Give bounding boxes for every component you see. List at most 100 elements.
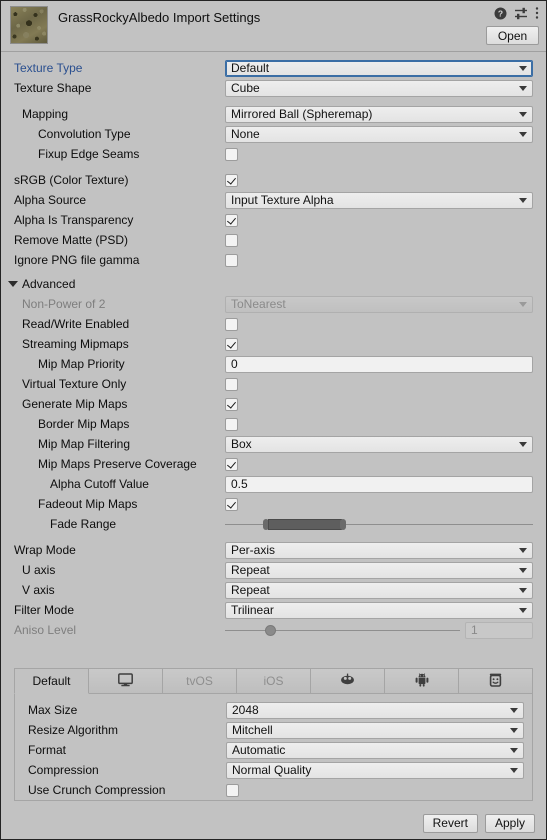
help-icon[interactable]: ? [494,7,507,23]
max-size-label: Max Size [28,703,78,717]
u-axis-value: Repeat [231,563,270,577]
virtual-texture-only-label: Virtual Texture Only [22,377,127,391]
non-power-of-2-dropdown: ToNearest [225,295,533,313]
row-remove-matte: Remove Matte (PSD) [1,230,546,250]
alpha-is-transparency-checkbox[interactable] [225,213,533,227]
u-axis-label: U axis [22,563,56,577]
use-crunch-compression-label: Use Crunch Compression [28,783,166,797]
revert-button[interactable]: Revert [422,813,478,833]
preset-icon[interactable] [514,7,528,23]
row-virtual-texture-only: Virtual Texture Only [1,374,546,394]
fixup-edge-seams-checkbox[interactable] [225,147,533,161]
srgb-checkbox[interactable] [225,173,533,187]
advanced-foldout[interactable]: Advanced [1,274,546,294]
tab-tvos[interactable]: tvOS [163,668,237,694]
non-power-of-2-label: Non-Power of 2 [22,297,106,311]
alpha-cutoff-value-input[interactable]: 0.5 [225,475,533,493]
read-write-enabled-checkbox[interactable] [225,317,533,331]
slider-handle [265,624,277,636]
android-icon [415,672,429,690]
aniso-level-label: Aniso Level [14,623,77,637]
tab-android[interactable] [385,668,459,694]
chevron-down-icon [510,728,518,733]
fade-range-slider[interactable] [225,516,533,533]
tab-tvos-device[interactable] [311,668,385,694]
row-fade-range: Fade Range [1,514,546,534]
filter-mode-label: Filter Mode [14,603,75,617]
compression-dropdown[interactable]: Normal Quality [226,761,524,779]
use-crunch-compression-checkbox[interactable] [226,783,524,797]
tab-default-label: Default [32,674,71,688]
tab-webgl[interactable] [459,668,533,694]
chevron-down-icon [519,588,527,593]
chevron-down-icon [510,768,518,773]
slider-range-bar[interactable] [268,518,343,530]
fadeout-mip-maps-checkbox[interactable] [225,497,533,511]
alpha-source-dropdown[interactable]: Input Texture Alpha [225,191,533,209]
max-size-dropdown[interactable]: 2048 [226,701,524,719]
resize-algorithm-label: Resize Algorithm [28,723,119,737]
v-axis-dropdown[interactable]: Repeat [225,581,533,599]
apply-button[interactable]: Apply [484,813,535,833]
format-dropdown[interactable]: Automatic [226,741,524,759]
convolution-type-dropdown[interactable]: None [225,125,533,143]
streaming-mipmaps-checkbox[interactable] [225,337,533,351]
compression-label: Compression [28,763,99,777]
slider-max-handle[interactable] [339,518,346,530]
row-texture-type: Texture Type Default [1,58,546,78]
wrap-mode-dropdown[interactable]: Per-axis [225,541,533,559]
chevron-down-icon [519,66,527,71]
texture-type-dropdown[interactable]: Default [225,59,533,77]
row-use-crunch-compression: Use Crunch Compression [15,780,532,800]
read-write-enabled-label: Read/Write Enabled [22,317,130,331]
inspector-footer: Revert Apply [1,807,546,839]
row-mip-map-priority: Mip Map Priority 0 [1,354,546,374]
tab-standalone[interactable] [89,668,163,694]
resize-algorithm-dropdown[interactable]: Mitchell [226,721,524,739]
tvos-device-icon [340,673,355,689]
row-fadeout-mip-maps: Fadeout Mip Maps [1,494,546,514]
mapping-dropdown[interactable]: Mirrored Ball (Spheremap) [225,105,533,123]
texture-shape-dropdown[interactable]: Cube [225,79,533,97]
filter-mode-dropdown[interactable]: Trilinear [225,601,533,619]
tab-default[interactable]: Default [14,668,89,694]
mip-maps-preserve-coverage-checkbox[interactable] [225,457,533,471]
filter-mode-value: Trilinear [231,603,274,617]
row-border-mip-maps: Border Mip Maps [1,414,546,434]
convolution-type-label: Convolution Type [38,127,131,141]
alpha-source-value: Input Texture Alpha [231,193,334,207]
mip-map-filtering-dropdown[interactable]: Box [225,435,533,453]
open-button[interactable]: Open [486,26,539,45]
mip-map-priority-input[interactable]: 0 [225,355,533,373]
wrap-mode-value: Per-axis [231,543,276,557]
fixup-edge-seams-label: Fixup Edge Seams [38,147,140,161]
chevron-down-icon [519,112,527,117]
row-u-axis: U axis Repeat [1,560,546,580]
row-resize-algorithm: Resize Algorithm Mitchell [15,720,532,740]
border-mip-maps-checkbox[interactable] [225,417,533,431]
compression-value: Normal Quality [232,763,312,777]
chevron-down-icon [519,608,527,613]
mip-maps-preserve-coverage-label: Mip Maps Preserve Coverage [38,457,197,471]
row-generate-mip-maps: Generate Mip Maps [1,394,546,414]
row-mip-maps-preserve-coverage: Mip Maps Preserve Coverage [1,454,546,474]
u-axis-dropdown[interactable]: Repeat [225,561,533,579]
row-srgb: sRGB (Color Texture) [1,170,546,190]
mapping-label: Mapping [22,107,69,121]
row-streaming-mipmaps: Streaming Mipmaps [1,334,546,354]
header-icon-group: ? [494,6,539,23]
remove-matte-checkbox[interactable] [225,233,533,247]
virtual-texture-only-checkbox[interactable] [225,377,533,391]
chevron-down-icon [510,748,518,753]
tab-ios[interactable]: iOS [237,668,311,694]
ignore-png-gamma-checkbox[interactable] [225,253,533,267]
generate-mip-maps-checkbox[interactable] [225,397,533,411]
row-convolution-type: Convolution Type None [1,124,546,144]
chevron-down-icon [519,548,527,553]
row-mapping: Mapping Mirrored Ball (Spheremap) [1,104,546,124]
streaming-mipmaps-label: Streaming Mipmaps [22,337,129,351]
inspector-header: GrassRockyAlbedo Import Settings ? Open [1,1,546,52]
more-menu-icon[interactable] [535,6,539,23]
ignore-png-gamma-label: Ignore PNG file gamma [14,253,140,267]
texture-thumbnail[interactable] [10,6,48,44]
